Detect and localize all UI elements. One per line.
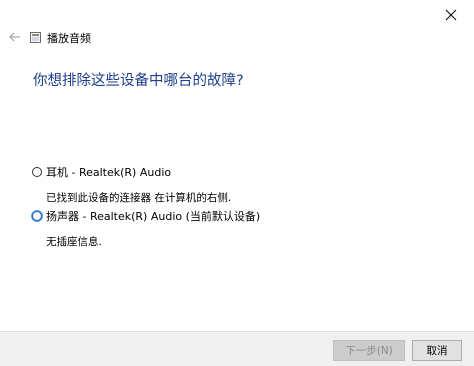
option-speakers-label: 扬声器 - Realtek(R) Audio (当前默认设备) (46, 210, 261, 223)
title-bar: 播放音频 (0, 28, 474, 48)
option-headphones-label: 耳机 - Realtek(R) Audio (46, 166, 172, 179)
option-speakers[interactable]: 扬声器 - Realtek(R) Audio (当前默认设备) (32, 208, 260, 224)
close-button[interactable] (428, 0, 474, 30)
radio-speakers[interactable] (32, 211, 42, 221)
arrow-left-icon[interactable] (8, 30, 22, 44)
window-title: 播放音频 (47, 32, 91, 45)
option-speakers-description: 无插座信息. (46, 236, 102, 248)
footer-bar: 下一步(N) 取消 (0, 331, 474, 366)
next-button[interactable]: 下一步(N) (333, 340, 405, 361)
troubleshooter-window: 播放音频 你想排除这些设备中哪台的故障? 耳机 - Realtek(R) Aud… (0, 0, 474, 366)
option-headphones-description: 已找到此设备的连接器 在计算机的右侧. (46, 192, 232, 204)
page-heading: 你想排除这些设备中哪台的故障? (33, 73, 244, 89)
option-headphones[interactable]: 耳机 - Realtek(R) Audio (32, 164, 171, 180)
audio-troubleshooter-icon (30, 32, 41, 43)
close-icon (445, 9, 457, 21)
radio-headphones[interactable] (32, 167, 42, 177)
cancel-button[interactable]: 取消 (412, 340, 462, 361)
